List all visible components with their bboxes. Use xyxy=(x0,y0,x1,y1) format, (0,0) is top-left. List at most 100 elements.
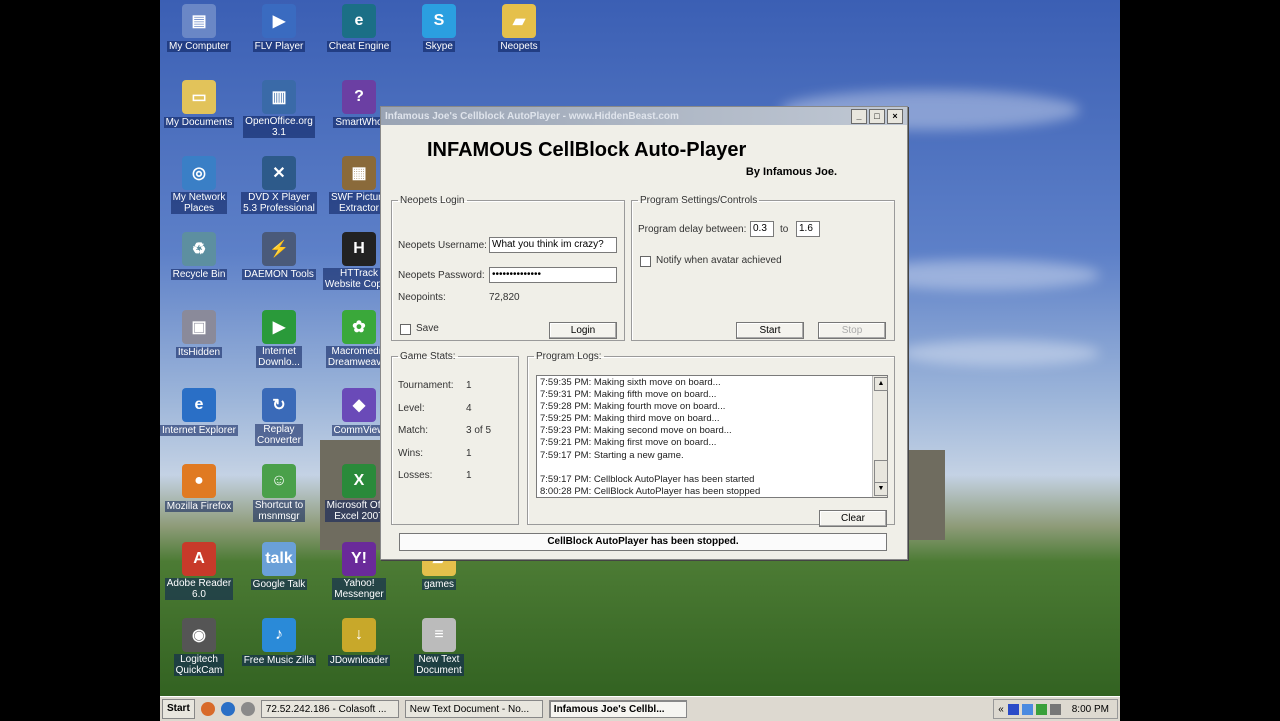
desktop-app-icon[interactable]: ▥ xyxy=(262,80,296,114)
desktop-icon[interactable]: ▶ Internet Downlo... xyxy=(240,310,318,368)
desktop-app-icon[interactable]: ▣ xyxy=(182,310,216,344)
app-window[interactable]: Infamous Joe's Cellblock AutoPlayer - ww… xyxy=(380,106,908,560)
desktop-app-icon[interactable]: ♪ xyxy=(262,618,296,652)
stat-value: 3 of 5 xyxy=(466,425,492,436)
tray-messenger-icon[interactable] xyxy=(1035,703,1047,715)
taskbar-task-button[interactable]: Infamous Joe's Cellbl... xyxy=(548,700,687,718)
desktop-icon[interactable]: ◉ Logitech QuickCam xyxy=(160,618,238,676)
settings-legend: Program Settings/Controls xyxy=(640,195,758,206)
close-button[interactable]: × xyxy=(887,108,903,124)
desktop-app-icon[interactable]: ▰ xyxy=(502,4,536,38)
desktop-icon-label: Neopets xyxy=(498,41,540,52)
desktop-icon[interactable]: ◎ My Network Places xyxy=(160,156,238,214)
save-checkbox[interactable] xyxy=(400,324,411,335)
log-line: 7:59:35 PM: Making sixth move on board..… xyxy=(540,377,721,388)
desktop-icon[interactable]: ▤ My Computer xyxy=(160,4,238,52)
settings-group: Program Settings/Controls Program delay … xyxy=(631,195,895,341)
desktop-app-icon[interactable]: ↓ xyxy=(342,618,376,652)
desktop-app-icon[interactable]: ◆ xyxy=(342,388,376,422)
start-button[interactable]: Start xyxy=(162,699,195,719)
desktop-app-icon[interactable]: ▭ xyxy=(182,80,216,114)
desktop-app-icon[interactable]: talk xyxy=(262,542,296,576)
tray-app-icon[interactable] xyxy=(1007,703,1019,715)
log-line: 8:00:28 PM: CellBlock AutoPlayer has bee… xyxy=(540,485,761,497)
delay-min-input[interactable]: 0.3 xyxy=(750,221,774,237)
desktop-app-icon[interactable]: S xyxy=(422,4,456,38)
log-lines: 7:59:35 PM: Making sixth move on board..… xyxy=(540,377,867,498)
desktop-icon[interactable]: talk Google Talk xyxy=(240,542,318,590)
desktop-icon[interactable]: e Internet Explorer xyxy=(160,388,238,436)
maximize-button[interactable]: □ xyxy=(869,108,885,124)
window-titlebar[interactable]: Infamous Joe's Cellblock AutoPlayer - ww… xyxy=(381,107,907,125)
desktop-app-icon[interactable]: H xyxy=(342,232,376,266)
desktop-app-icon[interactable]: X xyxy=(342,464,376,498)
desktop-icon[interactable]: ▥ OpenOffice.org 3.1 xyxy=(240,80,318,138)
desktop-app-icon[interactable]: ⚡ xyxy=(262,232,296,266)
desktop-icon-label: SmartWho xyxy=(333,117,385,128)
desktop-app-icon[interactable]: ▶ xyxy=(262,4,296,38)
log-box[interactable]: 7:59:35 PM: Making sixth move on board..… xyxy=(536,375,888,498)
tray-expand-icon[interactable]: « xyxy=(998,704,1004,715)
start-button[interactable]: Start xyxy=(736,322,804,339)
desktop-icon[interactable]: ▭ My Documents xyxy=(160,80,238,128)
desktop-app-icon[interactable]: e xyxy=(182,388,216,422)
desktop-icon-label: Internet Explorer xyxy=(160,425,238,436)
desktop-icon-label: Cheat Engine xyxy=(326,41,392,52)
desktop-app-icon[interactable]: ▦ xyxy=(342,156,376,190)
firefox-quicklaunch-icon[interactable] xyxy=(200,702,215,716)
desktop-app-icon[interactable]: ▶ xyxy=(262,310,296,344)
desktop-app-icon[interactable]: ↻ xyxy=(262,388,296,422)
scroll-down-arrow-icon[interactable]: ▼ xyxy=(874,482,888,496)
password-input[interactable]: •••••••••••••• xyxy=(489,267,617,283)
desktop-app-icon[interactable]: ✿ xyxy=(342,310,376,344)
desktop-app-icon[interactable]: Y! xyxy=(342,542,376,576)
media-quicklaunch-icon[interactable] xyxy=(240,702,255,716)
desktop-icon[interactable]: ≡ New Text Document xyxy=(400,618,478,676)
minimize-button[interactable]: _ xyxy=(851,108,867,124)
desktop-app-icon[interactable]: ▤ xyxy=(182,4,216,38)
desktop-icon-label: Free Music Zilla xyxy=(241,655,317,666)
scroll-up-arrow-icon[interactable]: ▲ xyxy=(874,377,888,391)
desktop-app-icon[interactable]: e xyxy=(342,4,376,38)
desktop-icon-label: Recycle Bin xyxy=(170,269,228,280)
clock[interactable]: 8:00 PM xyxy=(1072,704,1109,715)
delay-label: Program delay between: xyxy=(638,224,747,235)
desktop-icon[interactable]: ♪ Free Music Zilla xyxy=(240,618,318,666)
taskbar-task-button[interactable]: New Text Document - No... xyxy=(404,700,543,718)
desktop-icon[interactable]: ↓ JDownloader xyxy=(320,618,398,666)
desktop-app-icon[interactable]: ◉ xyxy=(182,618,216,652)
volume-icon[interactable] xyxy=(1049,703,1061,715)
desktop-app-icon[interactable]: A xyxy=(182,542,216,576)
desktop-icon[interactable]: ⚡ DAEMON Tools xyxy=(240,232,318,280)
desktop-icon[interactable]: ▰ Neopets xyxy=(480,4,558,52)
desktop-icon[interactable]: ☺ Shortcut to msnmsgr xyxy=(240,464,318,522)
log-scrollbar[interactable]: ▲ ▼ xyxy=(872,376,888,497)
stop-button[interactable]: Stop xyxy=(818,322,886,339)
desktop-app-icon[interactable]: ? xyxy=(342,80,376,114)
desktop-app-icon[interactable]: ≡ xyxy=(422,618,456,652)
desktop-icon[interactable]: ▣ ItsHidden xyxy=(160,310,238,358)
ie-quicklaunch-icon[interactable] xyxy=(220,702,235,716)
desktop-icon[interactable]: ♻ Recycle Bin xyxy=(160,232,238,280)
clear-button[interactable]: Clear xyxy=(819,510,887,527)
desktop-icon[interactable]: A Adobe Reader 6.0 xyxy=(160,542,238,600)
desktop-app-icon[interactable]: ☺ xyxy=(262,464,296,498)
username-input[interactable]: What you think im crazy? xyxy=(489,237,617,253)
delay-max-input[interactable]: 1.6 xyxy=(796,221,820,237)
desktop-app-icon[interactable]: ● xyxy=(182,464,216,498)
desktop-icon[interactable]: ● Mozilla Firefox xyxy=(160,464,238,512)
desktop-icon[interactable]: ↻ Replay Converter xyxy=(240,388,318,446)
desktop-app-icon[interactable]: ◎ xyxy=(182,156,216,190)
scroll-thumb[interactable] xyxy=(874,460,888,484)
notify-checkbox[interactable] xyxy=(640,256,651,267)
desktop-icon-label: My Documents xyxy=(163,117,235,128)
desktop-app-icon[interactable]: ✕ xyxy=(262,156,296,190)
tray-network-icon[interactable] xyxy=(1021,703,1033,715)
desktop-app-icon[interactable]: ♻ xyxy=(182,232,216,266)
desktop-icon[interactable]: ▶ FLV Player xyxy=(240,4,318,52)
desktop-icon[interactable]: S Skype xyxy=(400,4,478,52)
desktop-icon[interactable]: ✕ DVD X Player 5.3 Professional xyxy=(240,156,318,214)
taskbar-task-button[interactable]: 72.52.242.186 - Colasoft ... xyxy=(260,700,399,718)
desktop-icon[interactable]: e Cheat Engine xyxy=(320,4,398,52)
login-button[interactable]: Login xyxy=(549,322,617,339)
